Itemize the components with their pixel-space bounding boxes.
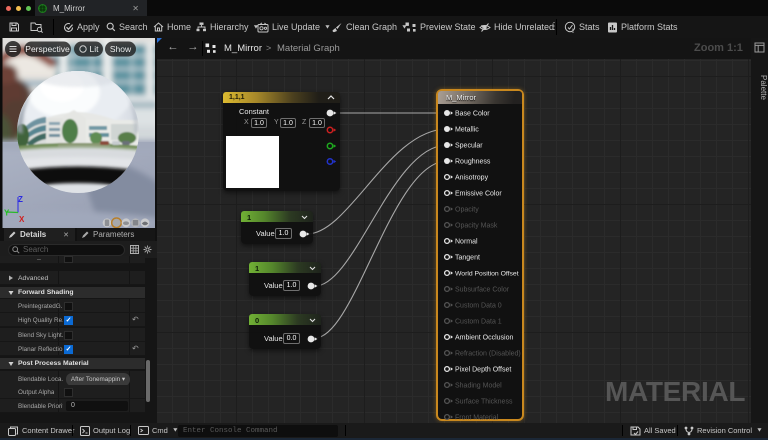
svg-text:Perspective: Perspective — [25, 44, 70, 54]
svg-text:Anisotropy: Anisotropy — [455, 175, 489, 182]
svg-text:World Position Offset: World Position Offset — [455, 271, 519, 278]
svg-text:Opacity Mask: Opacity Mask — [455, 223, 498, 230]
svg-text:Specular: Specular — [455, 143, 483, 150]
svg-text:Y: Y — [4, 209, 10, 218]
svg-text:Metallic: Metallic — [455, 127, 479, 134]
svg-text:Normal: Normal — [455, 239, 478, 246]
svg-text:Custom Data 0: Custom Data 0 — [455, 303, 502, 310]
svg-text:Surface Thickness: Surface Thickness — [455, 399, 513, 406]
svg-text:Subsurface Color: Subsurface Color — [455, 287, 510, 294]
svg-text:Show: Show — [110, 44, 132, 54]
svg-text:X: X — [19, 215, 25, 224]
svg-text:Roughness: Roughness — [455, 159, 491, 166]
svg-text:Front Material: Front Material — [455, 415, 499, 422]
svg-text:1: 1 — [572, 29, 575, 34]
svg-text:Custom Data 1: Custom Data 1 — [455, 319, 502, 326]
svg-text:Base Color: Base Color — [455, 111, 490, 118]
svg-text:Lit: Lit — [90, 44, 100, 54]
svg-text:Opacity: Opacity — [455, 207, 479, 214]
svg-text:Ambient Occlusion: Ambient Occlusion — [455, 335, 513, 342]
svg-text:Pixel Depth Offset: Pixel Depth Offset — [455, 367, 511, 374]
svg-text:Emissive Color: Emissive Color — [455, 191, 502, 198]
svg-text:Refraction (Disabled): Refraction (Disabled) — [455, 351, 521, 358]
svg-text:Tangent: Tangent — [455, 255, 480, 262]
svg-text:Shading Model: Shading Model — [455, 383, 502, 390]
svg-text:Z: Z — [18, 195, 23, 204]
